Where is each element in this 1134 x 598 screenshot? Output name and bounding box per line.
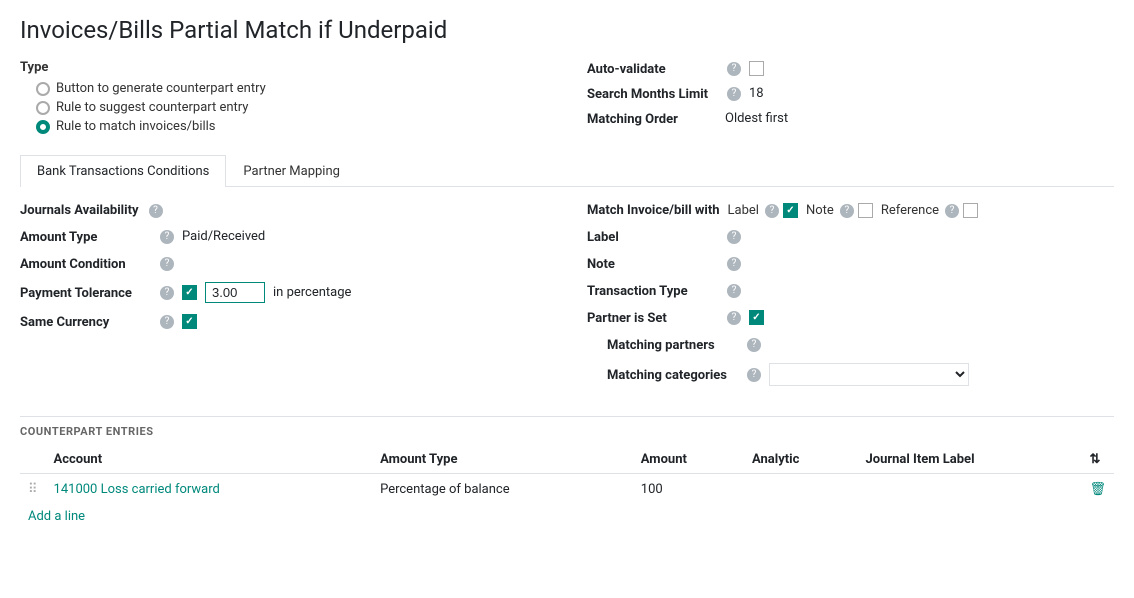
match-invoice-row: Match Invoice/bill with Label ? Note ? R…	[587, 203, 1114, 218]
matching-categories-help[interactable]: ?	[747, 368, 761, 382]
transaction-type-label: Transaction Type	[587, 282, 717, 299]
matching-categories-dropdown[interactable]	[769, 363, 969, 386]
match-reference-item: Reference ?	[881, 203, 978, 218]
drag-handle[interactable]: ⠿	[28, 482, 38, 497]
payment-tolerance-help[interactable]: ?	[160, 286, 174, 300]
page-title: Invoices/Bills Partial Match if Underpai…	[20, 16, 1114, 44]
match-label-checkbox[interactable]	[783, 203, 798, 218]
delete-row-icon[interactable]: 🗑	[1089, 482, 1106, 497]
partner-is-set-label: Partner is Set	[587, 309, 717, 326]
radio-circle-suggest	[36, 101, 50, 115]
account-link[interactable]: 141000 Loss carried forward	[54, 482, 220, 497]
payment-tolerance-suffix: in percentage	[273, 285, 351, 300]
match-note-item: Note ?	[806, 203, 873, 218]
tab-bank-transactions[interactable]: Bank Transactions Conditions	[20, 155, 226, 187]
payment-tolerance-input[interactable]	[205, 282, 265, 303]
search-months-value: 18	[749, 86, 764, 101]
radio-rule-suggest[interactable]: Rule to suggest counterpart entry	[36, 100, 547, 115]
match-reference-help[interactable]: ?	[945, 204, 959, 218]
col-amount-type: Amount Type	[372, 446, 633, 474]
matching-categories-label: Matching categories	[607, 366, 737, 383]
same-currency-help[interactable]: ?	[160, 315, 174, 329]
journals-help[interactable]: ?	[149, 204, 163, 218]
amount-type-label: Amount Type	[20, 228, 150, 245]
match-note-text: Note	[806, 203, 834, 218]
label-field-label: Label	[587, 228, 717, 245]
type-label: Type	[20, 60, 48, 75]
partner-is-set-help[interactable]: ?	[727, 311, 741, 325]
sort-icon: ⇅	[1089, 452, 1100, 467]
match-label-help[interactable]: ?	[765, 204, 779, 218]
match-reference-checkbox[interactable]	[963, 203, 978, 218]
add-line-button[interactable]: Add a line	[20, 505, 93, 528]
auto-validate-label: Auto-validate	[587, 60, 717, 77]
partner-is-set-checkbox[interactable]	[749, 310, 764, 325]
counterpart-title: COUNTERPART ENTRIES	[20, 416, 1114, 438]
amount-type-help[interactable]: ?	[160, 230, 174, 244]
matching-partners-help[interactable]: ?	[747, 338, 761, 352]
matching-categories-select[interactable]	[769, 363, 969, 386]
amount-type-cell: Percentage of balance	[372, 474, 633, 506]
same-currency-checkbox[interactable]	[182, 314, 197, 329]
auto-validate-checkbox[interactable]	[749, 61, 764, 76]
radio-circle-match	[36, 120, 50, 134]
analytic-cell	[744, 474, 858, 506]
radio-rule-match[interactable]: Rule to match invoices/bills	[36, 119, 547, 134]
payment-tolerance-checkbox[interactable]	[182, 285, 197, 300]
amount-condition-help[interactable]: ?	[160, 257, 174, 271]
col-account: Account	[46, 446, 373, 474]
amount-type-value: Paid/Received	[182, 229, 265, 244]
match-invoice-label: Match Invoice/bill with	[587, 203, 720, 218]
col-analytic: Analytic	[744, 446, 858, 474]
journal-item-label-cell	[857, 474, 1081, 506]
search-months-label: Search Months Limit	[587, 85, 717, 102]
tabs-container: Bank Transactions Conditions Partner Map…	[20, 155, 1114, 187]
radio-circle-button	[36, 82, 50, 96]
matching-partners-label: Matching partners	[607, 336, 737, 353]
matching-order-label: Matching Order	[587, 110, 717, 127]
transaction-type-help[interactable]: ?	[727, 284, 741, 298]
match-label-text: Label	[728, 203, 759, 218]
label-field-help[interactable]: ?	[727, 230, 741, 244]
radio-label-button: Button to generate counterpart entry	[56, 81, 266, 96]
radio-label-suggest: Rule to suggest counterpart entry	[56, 100, 248, 115]
payment-tolerance-label: Payment Tolerance	[20, 284, 150, 301]
tab-partner-mapping[interactable]: Partner Mapping	[226, 155, 357, 187]
matching-order-value: Oldest first	[725, 111, 788, 126]
counterpart-table: Account Amount Type Amount Analytic Jour…	[20, 446, 1114, 505]
note-field-label: Note	[587, 255, 717, 272]
journals-availability-label: Journals Availability	[20, 203, 139, 218]
radio-label-match: Rule to match invoices/bills	[56, 119, 216, 134]
col-amount: Amount	[633, 446, 744, 474]
table-row: ⠿ 141000 Loss carried forward Percentage…	[20, 474, 1114, 506]
amount-cell: 100	[633, 474, 744, 506]
match-note-help[interactable]: ?	[840, 204, 854, 218]
search-months-help[interactable]: ?	[727, 87, 741, 101]
auto-validate-help[interactable]: ?	[727, 62, 741, 76]
amount-condition-label: Amount Condition	[20, 255, 150, 272]
col-journal-item-label: Journal Item Label	[857, 446, 1081, 474]
same-currency-label: Same Currency	[20, 313, 150, 330]
match-label-item: Label ?	[728, 203, 798, 218]
note-field-help[interactable]: ?	[727, 257, 741, 271]
radio-button-counterpart[interactable]: Button to generate counterpart entry	[36, 81, 547, 96]
match-note-checkbox[interactable]	[858, 203, 873, 218]
match-reference-text: Reference	[881, 203, 939, 218]
